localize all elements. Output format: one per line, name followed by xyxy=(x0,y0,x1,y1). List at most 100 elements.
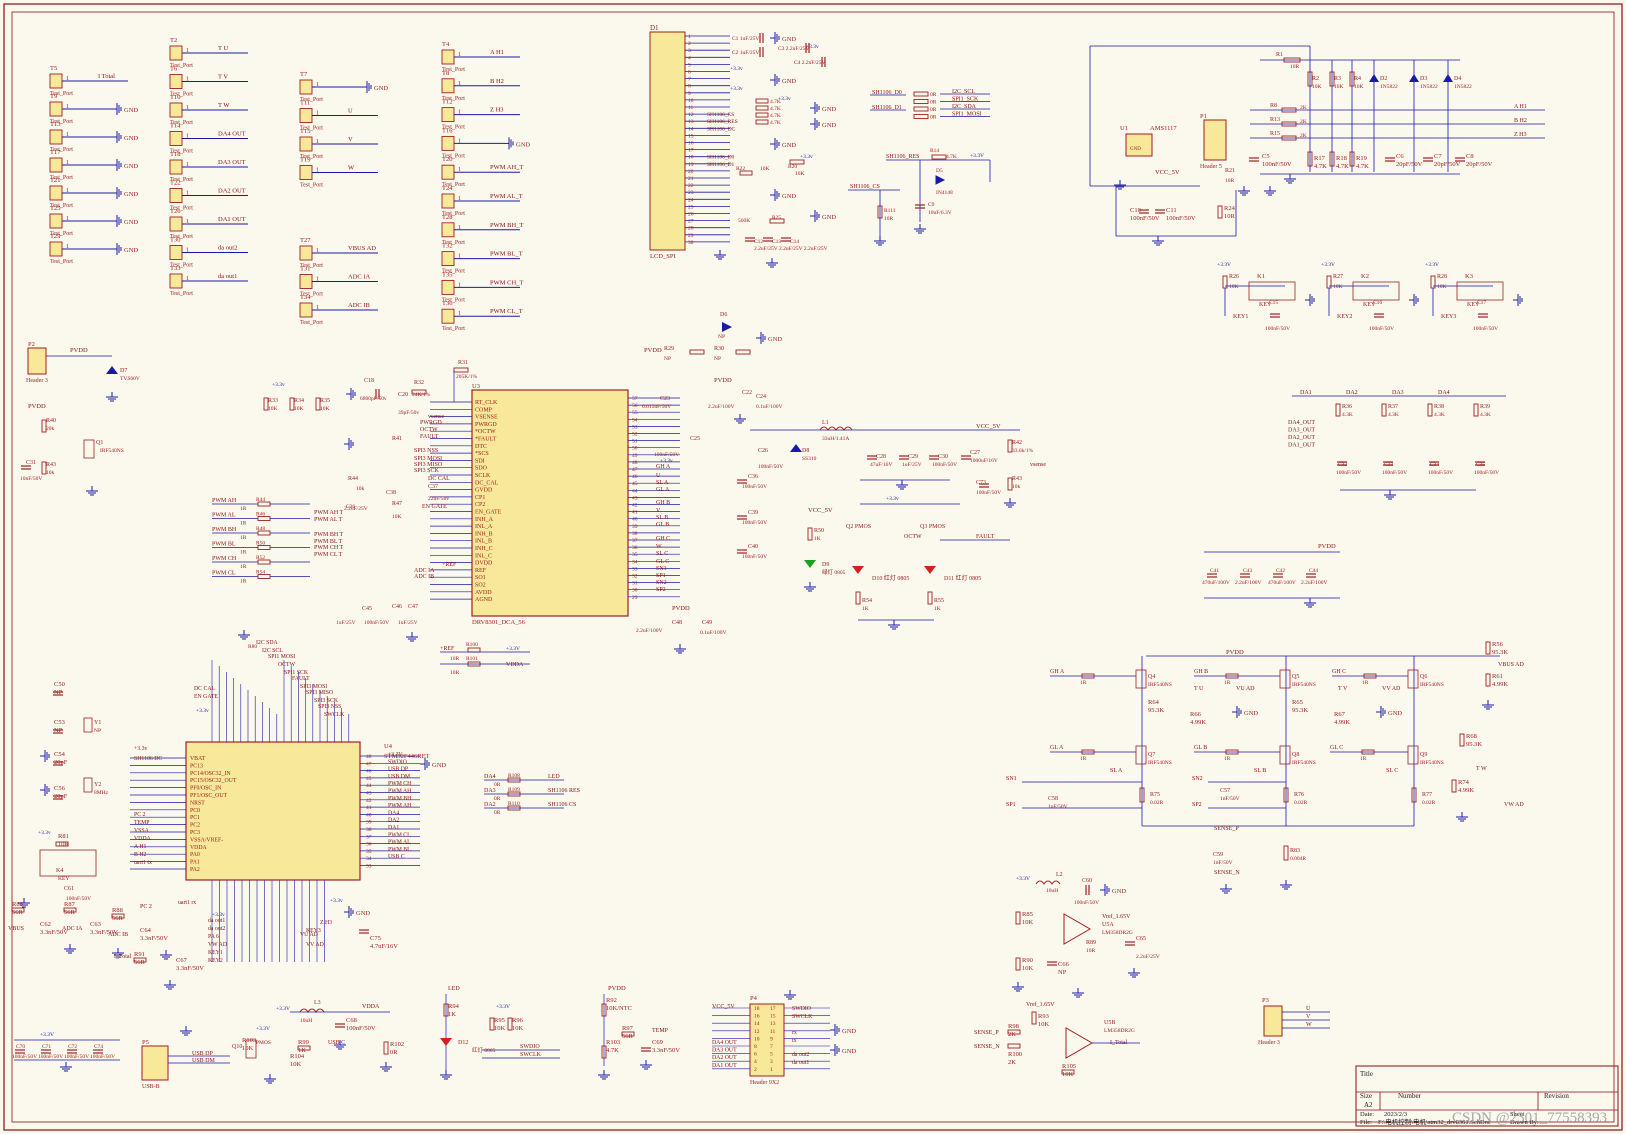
status-led: LEDR941KD12红灯 0805 xyxy=(440,986,496,1080)
lcd-pin-num: 7 xyxy=(688,77,691,83)
mcu-bottom-net: da out1 xyxy=(208,918,225,924)
lcd-pin-num: 15 xyxy=(688,133,694,139)
mcu-right-net: +3.3V xyxy=(388,752,404,758)
ground-icon: GND xyxy=(112,103,138,115)
part-ref: Q10 xyxy=(232,1044,242,1050)
part-ref: D2 xyxy=(1380,76,1387,82)
divider: R65 xyxy=(1292,699,1303,706)
part-ref: C39 xyxy=(748,510,758,516)
header-body xyxy=(1263,1005,1283,1037)
mcu-pin-name: VBAT xyxy=(190,756,206,762)
ntc-sensor: PVDD R9210K/NTC R9756R TEMP R1034.7K C693.3nF… xyxy=(598,985,680,1080)
driver-resistor xyxy=(453,367,469,373)
ntc-net: TEMP xyxy=(652,1028,669,1034)
dac-net: DA2 xyxy=(1346,390,1358,396)
supply-label: +3.3v xyxy=(886,496,899,502)
ground-label: GND xyxy=(782,36,796,43)
mcu-pin-num: 40 xyxy=(366,812,372,818)
part-ref: R39 xyxy=(1480,404,1490,410)
led-icon xyxy=(852,566,864,574)
dac-net: DA4 xyxy=(1438,390,1450,396)
test-port-body xyxy=(441,308,455,324)
test-port-ref: T29 xyxy=(50,233,60,240)
mcu-side-net: DA2 xyxy=(484,802,496,808)
size-label: Size xyxy=(1360,1092,1372,1100)
part-value: IRF540NS xyxy=(100,448,124,454)
sense-net: SL A xyxy=(1110,768,1123,774)
part-value: 470uF/100V xyxy=(1202,580,1230,586)
header-net: rx xyxy=(792,1030,797,1036)
ground-icon: GND xyxy=(1232,706,1258,718)
supply-label: +3.3V xyxy=(496,1004,510,1010)
mcu-right-net: DA2 xyxy=(388,818,399,824)
part-value: 24K/1% xyxy=(412,392,431,398)
test-port-t13: T13Test_Port1 GND xyxy=(49,121,138,153)
driver-pin-num: 34 xyxy=(632,559,638,565)
lcd-pin-num: 4 xyxy=(688,55,691,61)
lcd-pin-num: 12 xyxy=(688,112,694,118)
part-ref: C65 xyxy=(1136,936,1146,942)
ground-icon xyxy=(60,1062,72,1072)
swd-net: SWDIO xyxy=(520,1044,540,1050)
phase-adc-net: VW AD xyxy=(1504,802,1524,808)
lcd-pin-num: 27 xyxy=(688,219,694,225)
part-value: 1K xyxy=(862,606,869,612)
mcu-left-net: SH1106 DC xyxy=(134,756,162,762)
divider-value: 4.99K xyxy=(1334,719,1350,726)
part-value: IRF540NS xyxy=(1420,682,1444,688)
header-net: VCC_5V xyxy=(712,1004,735,1010)
ground-icon xyxy=(1305,294,1315,306)
pvdd-label: PVDD xyxy=(714,377,732,384)
driver-pin-name: DVDD xyxy=(475,561,493,567)
part-value: 10K xyxy=(1312,84,1322,90)
part-ref: C32 xyxy=(1338,462,1347,468)
hall-r24: R24 xyxy=(1224,205,1236,212)
capacitor-icon xyxy=(335,1023,345,1028)
part-value: 1R xyxy=(240,579,247,585)
lcd-pin-num: 20 xyxy=(688,169,694,175)
mcu-pin-num: 41 xyxy=(366,805,372,811)
buck-output-net: VCC_5V xyxy=(976,423,1001,430)
part-value: 1nF/50V xyxy=(1048,804,1068,810)
opamp-r: R90 xyxy=(1022,957,1033,964)
mcu-side-net: SH1106 RES xyxy=(548,788,580,794)
mcu-bottom-net: da out2 xyxy=(208,926,225,932)
buck-converter: L1 33uH/1.41A D8 SS310 C26 100nF/50V C28 47uF/1… xyxy=(750,420,1046,508)
mcu-pin-name: PA2 xyxy=(190,867,200,873)
test-port-t26: T26Test_Port1 DA1 OUT xyxy=(169,208,248,240)
ground-icon: GND xyxy=(1376,706,1402,718)
driver-left-net: OCTW xyxy=(420,427,438,433)
mcu-pin-num: 39 xyxy=(366,820,372,826)
capacitor-icon xyxy=(737,515,747,520)
test-port-ref: T18 xyxy=(170,151,180,158)
test-port-ref: T5 xyxy=(50,65,57,72)
ground-icon xyxy=(264,1074,276,1084)
driver-pin-num: 35 xyxy=(632,552,638,558)
part-ref: C44 xyxy=(1309,568,1318,574)
test-port-t12: T12Test_Port1 Z H3 xyxy=(441,99,520,131)
lcd-cap-label: C3 2.2uF/25V xyxy=(778,46,810,52)
lcd-pin-num: 8 xyxy=(688,84,691,90)
supply-label: +3.3v xyxy=(730,86,743,92)
part-ref: C30 xyxy=(938,454,948,460)
divider-resistor xyxy=(1485,673,1491,687)
driver-left-net: EN GATE xyxy=(422,504,447,510)
mcu-bottom-net: uart1 rx xyxy=(178,900,196,906)
mcu-top-net: I2C SDA xyxy=(256,640,279,646)
ground-label: GND xyxy=(1112,888,1126,895)
i2c-resistor xyxy=(913,106,929,112)
mcu-bottom-net: PA 6 xyxy=(208,934,219,940)
key-net: KEY2 xyxy=(1337,314,1352,320)
part-ref: C20 xyxy=(398,392,408,398)
driver-pin-name: PWRGD xyxy=(475,422,497,428)
reset-block: SH1106_RES 4.7K R14 +3.3V D5 IN4148C9 10uF/6.3… xyxy=(848,148,991,246)
part-ref: C28 xyxy=(876,454,886,460)
test-port-body xyxy=(441,279,455,295)
part-value: 10k xyxy=(46,470,55,476)
test-port-body xyxy=(299,245,313,261)
inductor-icon xyxy=(1035,880,1061,885)
mcu-left-net: VSSA xyxy=(134,828,150,834)
part-ref: R44 xyxy=(348,476,358,482)
reset-key-body xyxy=(39,849,97,877)
driver-right-net: GL A xyxy=(656,487,670,493)
